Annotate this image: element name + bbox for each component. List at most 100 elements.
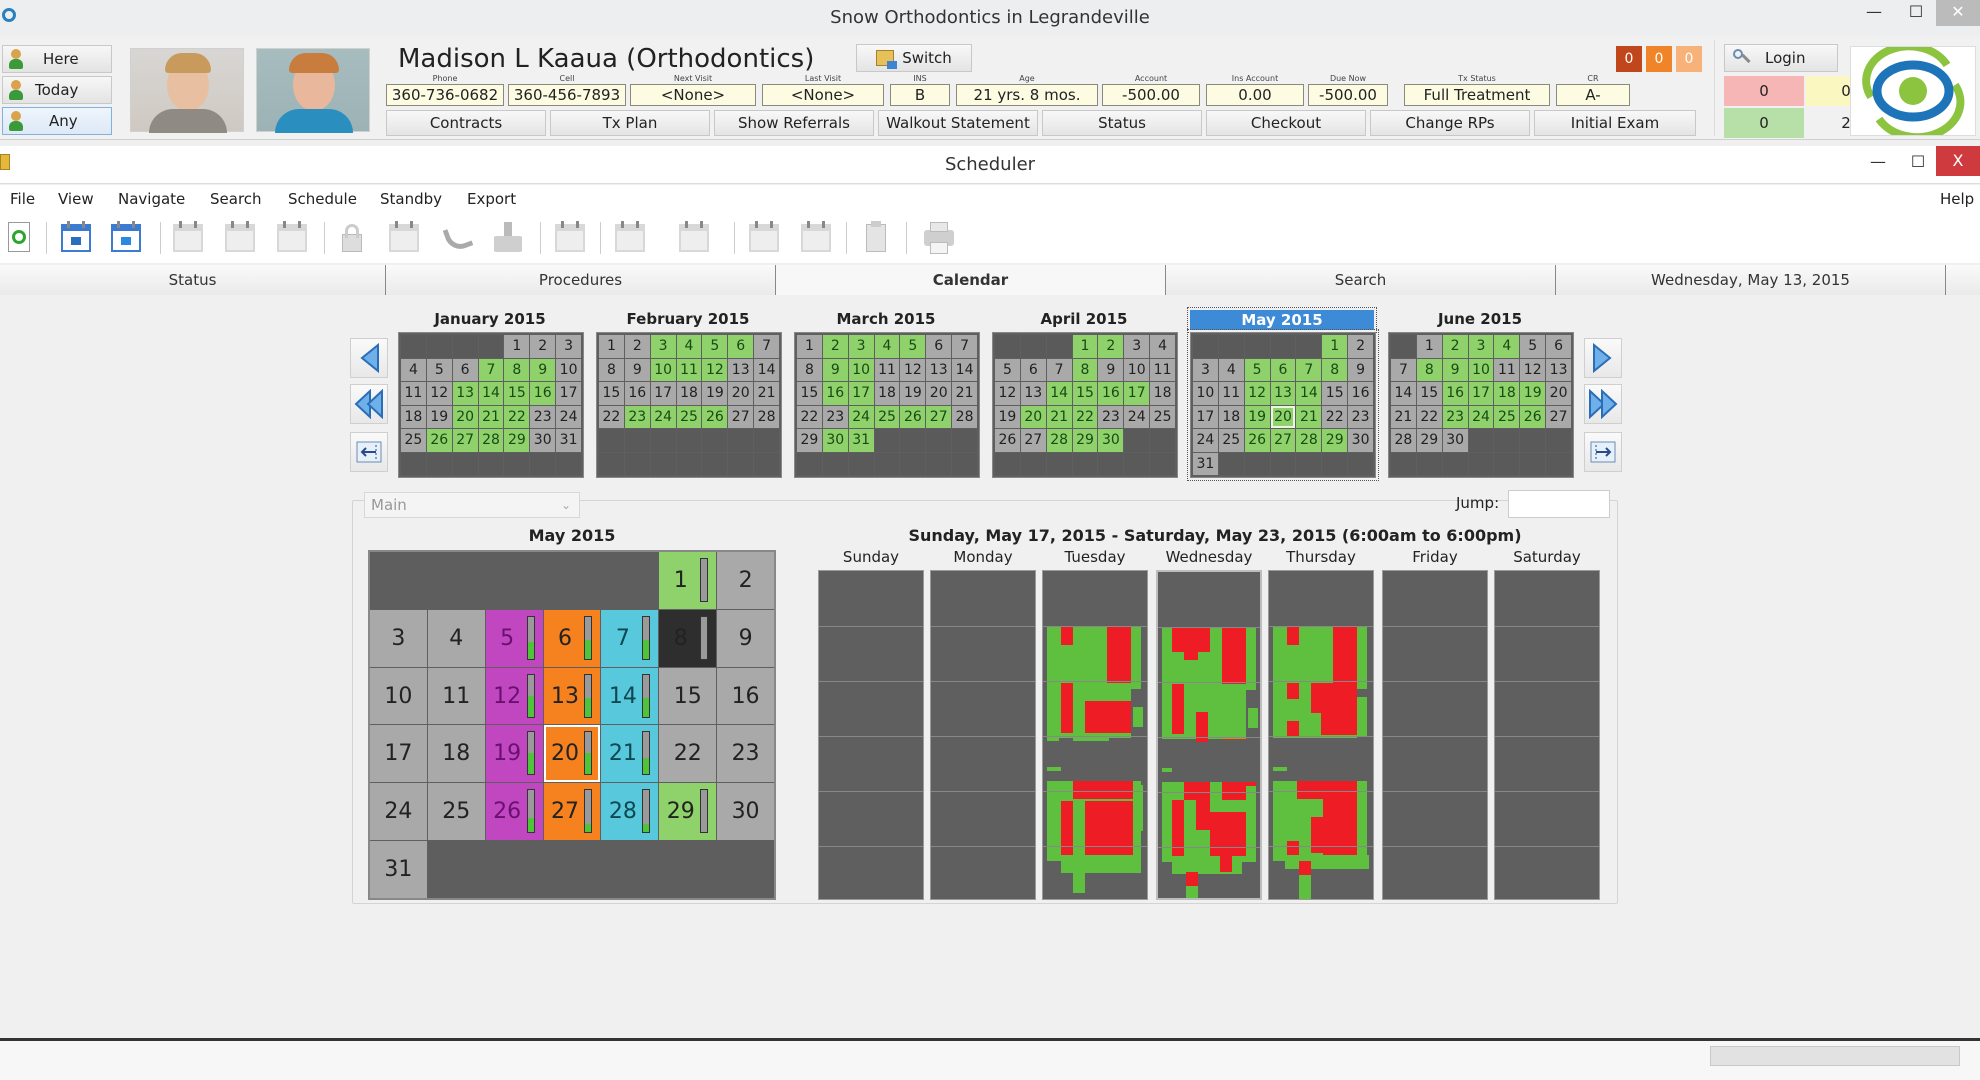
today-button[interactable]: Today (2, 76, 112, 104)
mini-calendar-day[interactable]: 22 (1322, 405, 1348, 428)
mini-calendar-title[interactable]: June 2015 (1388, 308, 1572, 330)
mini-calendar-day[interactable]: 18 (874, 382, 900, 405)
open-slot[interactable] (1357, 697, 1367, 737)
mini-calendar-day[interactable]: 17 (848, 382, 874, 405)
mini-calendar-day[interactable]: 27 (1270, 429, 1296, 452)
mini-calendar-day[interactable]: 23 (1098, 405, 1124, 428)
phone-field[interactable]: 360-736-0682 (386, 84, 504, 106)
month-day-cell[interactable]: 27 (543, 783, 601, 841)
mini-calendar-day[interactable]: 17 (650, 382, 676, 405)
inbox-icon[interactable] (490, 220, 524, 256)
month-day-cell[interactable]: 15 (659, 667, 717, 725)
open-slot[interactable] (1047, 733, 1059, 741)
account-field[interactable]: -500.00 (1102, 84, 1200, 106)
mini-calendar-day[interactable]: 30 (822, 429, 848, 452)
mini-calendar-day[interactable]: 20 (1020, 405, 1046, 428)
mini-calendar-day[interactable]: 31 (1193, 452, 1218, 475)
open-slot[interactable] (1133, 707, 1143, 727)
mini-calendar-day[interactable]: 2 (1348, 335, 1373, 358)
booked-slot[interactable] (1287, 683, 1299, 699)
mini-calendar-day[interactable]: 14 (1296, 382, 1322, 405)
mini-calendar-day[interactable]: 9 (1442, 358, 1468, 381)
mini-calendar-day[interactable]: 28 (952, 405, 977, 428)
booked-slot[interactable] (1287, 841, 1299, 855)
booked-slot[interactable] (1299, 861, 1311, 875)
mini-calendar-title[interactable]: May 2015 (1187, 307, 1377, 333)
mini-calendar-day[interactable]: 23 (822, 405, 848, 428)
month-day-cell[interactable]: 29 (659, 783, 717, 841)
month-day-cell[interactable]: 1 (659, 552, 717, 609)
menu-view[interactable]: View (58, 185, 94, 213)
mini-calendar-day[interactable]: 13 (452, 382, 478, 405)
open-slot[interactable] (1285, 855, 1369, 869)
mini-calendar-day[interactable]: 12 (702, 358, 728, 381)
booked-slot[interactable] (1311, 817, 1323, 853)
mini-calendar-day[interactable]: 4 (1494, 335, 1520, 358)
open-slot[interactable] (1299, 875, 1311, 899)
booked-slot[interactable] (1196, 800, 1210, 830)
scheduler-minimize-button[interactable]: — (1856, 150, 1900, 176)
month-day-cell[interactable]: 11 (427, 667, 485, 725)
mini-calendar-day[interactable]: 19 (995, 405, 1020, 428)
alert-badge-high[interactable]: 0 (1616, 46, 1642, 72)
mini-calendar-day[interactable]: 13 (1020, 382, 1046, 405)
mini-calendar-day[interactable]: 27 (452, 429, 478, 452)
mini-calendar-day[interactable]: 24 (1193, 429, 1218, 452)
mini-calendar-day[interactable]: 27 (1546, 405, 1571, 428)
mini-calendar-day[interactable]: 24 (650, 405, 676, 428)
close-button[interactable]: ✕ (1936, 0, 1980, 26)
mini-calendar-day[interactable]: 29 (797, 429, 822, 452)
next-year-button[interactable] (1584, 384, 1622, 424)
mini-calendar-day[interactable]: 28 (754, 405, 779, 428)
mini-calendar-day[interactable]: 22 (797, 405, 822, 428)
tab-status[interactable]: Status (0, 265, 386, 295)
mini-calendar-day[interactable]: 20 (728, 382, 754, 405)
calendar-check-icon[interactable] (552, 220, 586, 256)
month-day-cell[interactable]: 10 (370, 667, 427, 725)
mini-calendar-day[interactable]: 5 (426, 358, 452, 381)
month-day-cell[interactable]: 7 (601, 609, 659, 667)
last-visit-field[interactable]: <None> (762, 84, 884, 106)
mini-calendar-day[interactable]: 2 (1098, 335, 1124, 358)
mini-calendar-day[interactable]: 26 (426, 429, 452, 452)
week-day-column-saturday[interactable] (1494, 570, 1600, 900)
mini-calendar-day[interactable]: 11 (874, 358, 900, 381)
mini-calendar-day[interactable]: 25 (1150, 405, 1175, 428)
mini-calendar-day[interactable]: 14 (1046, 382, 1072, 405)
mini-calendar-day[interactable]: 26 (900, 405, 926, 428)
month-day-cell[interactable]: 22 (659, 725, 717, 783)
week-day-column-monday[interactable] (930, 570, 1036, 900)
mini-calendar-day[interactable]: 21 (1046, 405, 1072, 428)
booked-slot[interactable] (1172, 684, 1184, 734)
mini-calendar-day[interactable]: 8 (599, 358, 624, 381)
here-button[interactable]: Here (2, 45, 112, 73)
mini-calendar-day[interactable]: 10 (848, 358, 874, 381)
scheduler-close-button[interactable]: X (1936, 146, 1980, 176)
mini-calendar-day[interactable]: 28 (1296, 429, 1322, 452)
login-button[interactable]: Login (1724, 44, 1838, 72)
mini-calendar-day[interactable]: 11 (1494, 358, 1520, 381)
alert-badge-medium[interactable]: 0 (1646, 46, 1672, 72)
walkout-statement-button[interactable]: Walkout Statement (878, 110, 1038, 136)
mini-calendar-day[interactable]: 8 (1072, 358, 1098, 381)
contracts-button[interactable]: Contracts (386, 110, 546, 136)
mini-calendar-day[interactable]: 16 (530, 382, 556, 405)
checkout-button[interactable]: Checkout (1206, 110, 1366, 136)
refresh-icon[interactable] (4, 220, 38, 256)
mini-calendar-day[interactable]: 18 (401, 405, 426, 428)
mini-calendar-day[interactable]: 25 (874, 405, 900, 428)
mini-calendar-day[interactable]: 1 (1416, 335, 1442, 358)
mini-calendar-day[interactable]: 11 (1218, 382, 1244, 405)
printer-icon[interactable] (920, 220, 954, 256)
patient-photo-2[interactable] (256, 48, 370, 133)
mini-calendar-day[interactable]: 3 (848, 335, 874, 358)
month-day-cell[interactable]: 9 (717, 609, 774, 667)
mini-calendar-title[interactable]: March 2015 (794, 308, 978, 330)
mini-calendar-day[interactable]: 1 (504, 335, 530, 358)
mini-calendar-day[interactable]: 5 (1244, 358, 1270, 381)
mini-calendar-day[interactable]: 17 (556, 382, 581, 405)
mini-calendar-day[interactable]: 15 (599, 382, 624, 405)
next-month-button[interactable] (1584, 338, 1622, 378)
mini-calendar-day[interactable]: 7 (1391, 358, 1416, 381)
cell-field[interactable]: 360-456-7893 (508, 84, 626, 106)
